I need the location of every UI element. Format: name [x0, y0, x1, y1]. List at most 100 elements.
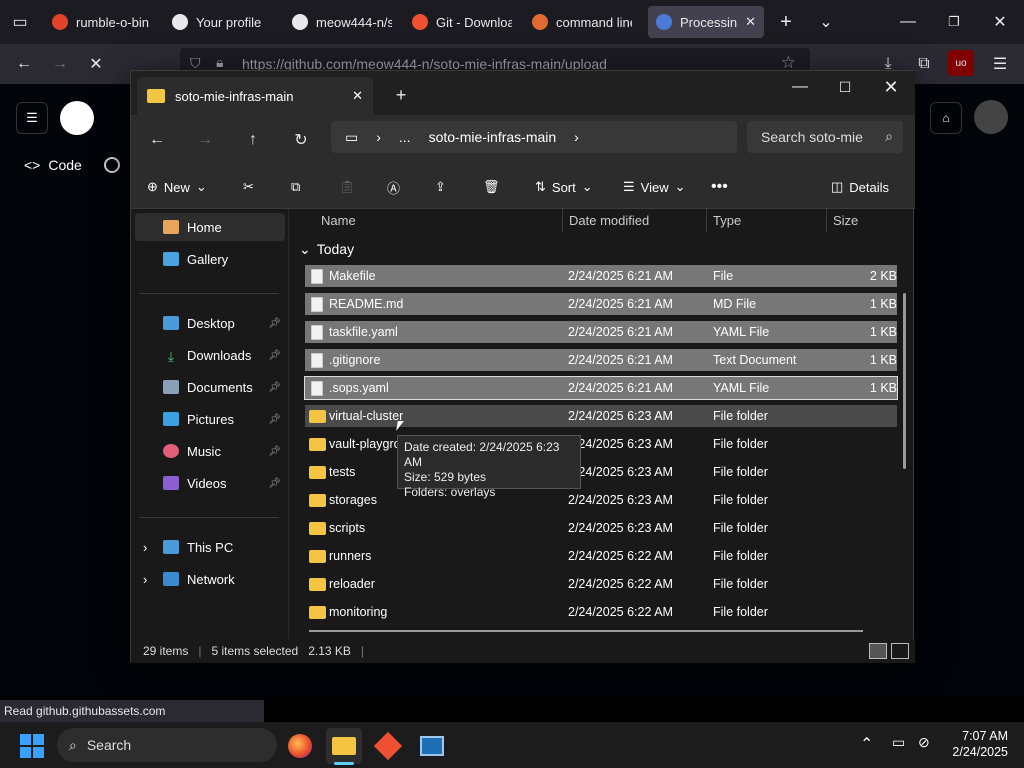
nav-item-gallery[interactable]: Gallery: [135, 245, 285, 273]
browser-tab[interactable]: command line: [524, 6, 640, 38]
column-divider[interactable]: [826, 209, 827, 233]
file-row[interactable]: tests 2/24/2025 6:23 AM File folder: [305, 461, 897, 483]
forward-icon[interactable]: →: [46, 50, 74, 78]
explorer-close-button[interactable]: ✕: [877, 73, 905, 101]
minimize-button[interactable]: —: [894, 8, 922, 36]
expand-icon[interactable]: ›: [143, 540, 147, 555]
stop-icon[interactable]: ✕: [82, 50, 110, 78]
column-divider[interactable]: [562, 209, 563, 233]
file-row[interactable]: Makefile 2/24/2025 6:21 AM File 2 KB: [305, 265, 897, 287]
menu-icon[interactable]: ☰: [986, 50, 1014, 78]
nav-item-home[interactable]: Home: [135, 213, 285, 241]
github-logo-icon[interactable]: [60, 101, 94, 135]
cut-button[interactable]: ✂: [243, 173, 254, 201]
column-header-size[interactable]: Size: [833, 213, 858, 228]
file-row[interactable]: .sops.yaml 2/24/2025 6:21 AM YAML File 1 KB: [304, 376, 898, 400]
search-input[interactable]: Search soto-mie ⌕: [747, 121, 903, 153]
column-header-date[interactable]: Date modified: [569, 213, 649, 228]
volume-muted-icon[interactable]: ⊘: [918, 734, 930, 751]
delete-button[interactable]: 🗑︎: [483, 173, 500, 201]
file-row[interactable]: vault-playgro 2/24/2025 6:23 AM File folde…: [305, 433, 897, 455]
restore-button[interactable]: ❐: [940, 8, 968, 36]
new-button[interactable]: ⊕ New ⌄: [147, 173, 207, 201]
nav-item-documents[interactable]: Documents 📌︎: [135, 373, 285, 401]
file-row[interactable]: README.md 2/24/2025 6:21 AM MD File 1 KB: [305, 293, 897, 315]
details-button[interactable]: ◫ Details: [831, 173, 889, 201]
file-row[interactable]: virtual-cluster 2/24/2025 6:23 AM File fol…: [305, 405, 897, 427]
browser-tab-label: Git - Downloa: [436, 14, 512, 30]
github-menu-icon[interactable]: ☰: [16, 102, 48, 134]
issues-icon[interactable]: [104, 157, 120, 173]
chevron-right-icon[interactable]: ›: [574, 129, 579, 145]
file-row[interactable]: .gitignore 2/24/2025 6:21 AM Text Document…: [305, 349, 897, 371]
nav-item-this-pc[interactable]: › This PC: [135, 533, 285, 561]
file-row[interactable]: reloader 2/24/2025 6:22 AM File folder: [305, 573, 897, 595]
ublock-icon[interactable]: uo: [948, 50, 974, 76]
column-header-type[interactable]: Type: [713, 213, 741, 228]
nav-item-downloads[interactable]: ⤓ Downloads 📌︎: [135, 341, 285, 369]
tab-list-icon[interactable]: ▭: [6, 8, 34, 36]
nav-item-pictures[interactable]: Pictures 📌︎: [135, 405, 285, 433]
column-divider[interactable]: [706, 209, 707, 233]
file-row[interactable]: storages 2/24/2025 6:23 AM File folder: [305, 489, 897, 511]
tiles-view-icon[interactable]: [891, 643, 909, 659]
back-icon[interactable]: ←: [10, 50, 38, 78]
nav-item-network[interactable]: › Network: [135, 565, 285, 593]
refresh-icon[interactable]: ↻: [287, 126, 315, 154]
browser-tab[interactable]: Git - Downloa: [404, 6, 520, 38]
browser-tab[interactable]: meow444-n/sc: [284, 6, 400, 38]
horizontal-scrollbar[interactable]: [309, 630, 863, 632]
new-tab-button[interactable]: +: [772, 8, 800, 36]
rename-button[interactable]: Ⓐ: [387, 173, 400, 201]
more-options-icon[interactable]: •••: [711, 173, 728, 201]
copy-button[interactable]: ⧉: [291, 173, 300, 201]
avatar[interactable]: [974, 100, 1008, 134]
terminal-icon[interactable]: [414, 728, 450, 764]
view-button[interactable]: ☰ View ⌄: [623, 173, 686, 201]
group-header[interactable]: ⌄ Today: [299, 241, 354, 258]
pin-icon: 📌︎: [268, 349, 281, 361]
computer-icon[interactable]: ▭: [345, 129, 358, 146]
back-icon[interactable]: ←: [143, 126, 171, 154]
nav-item-music[interactable]: Music 📌︎: [135, 437, 285, 465]
start-button[interactable]: [20, 734, 44, 758]
new-tab-button[interactable]: +: [387, 81, 415, 109]
forward-icon[interactable]: →: [191, 126, 219, 154]
breadcrumb-ellipsis[interactable]: ...: [399, 129, 411, 145]
close-tab-icon[interactable]: ✕: [745, 14, 756, 30]
column-header-name[interactable]: Name: [321, 213, 356, 228]
firefox-icon[interactable]: [282, 728, 318, 764]
sort-button[interactable]: ⇅ Sort ⌄: [535, 173, 593, 201]
browser-tab[interactable]: Your profile: [164, 6, 280, 38]
git-gui-icon[interactable]: [370, 728, 406, 764]
close-button[interactable]: ✕: [986, 8, 1014, 36]
network-status-icon[interactable]: ▭: [892, 734, 905, 751]
file-row[interactable]: taskfile.yaml 2/24/2025 6:21 AM YAML File 1…: [305, 321, 897, 343]
chevron-up-icon[interactable]: ⌃: [860, 734, 873, 754]
details-view-icon[interactable]: [869, 643, 887, 659]
browser-tab[interactable]: rumble-o-bin: [44, 6, 160, 38]
up-icon[interactable]: ↑: [239, 126, 267, 154]
browser-tab[interactable]: Processing ✕: [648, 6, 764, 38]
paste-button[interactable]: 📋︎: [339, 173, 356, 201]
share-button[interactable]: ⇪: [435, 173, 446, 201]
file-row[interactable]: runners 2/24/2025 6:22 AM File folder: [305, 545, 897, 567]
taskbar-search[interactable]: ⌕ Search: [57, 728, 277, 762]
breadcrumb[interactable]: ▭ › ... soto-mie-infras-main ›: [331, 121, 737, 153]
nav-item-desktop[interactable]: Desktop 📌︎: [135, 309, 285, 337]
explorer-maximize-button[interactable]: ☐: [831, 73, 859, 101]
file-row[interactable]: monitoring 2/24/2025 6:22 AM File folder: [305, 601, 897, 623]
explorer-minimize-button[interactable]: —: [786, 73, 814, 101]
breadcrumb-current[interactable]: soto-mie-infras-main: [429, 129, 557, 145]
clock[interactable]: 7:07 AM 2/24/2025: [946, 728, 1008, 760]
file-explorer-taskbar-icon[interactable]: [326, 728, 362, 764]
chevron-down-icon[interactable]: ⌄: [812, 8, 840, 36]
nav-item-videos[interactable]: Videos 📌︎: [135, 469, 285, 497]
expand-icon[interactable]: ›: [143, 572, 147, 587]
tab-code[interactable]: <> Code: [24, 157, 82, 173]
inbox-icon[interactable]: ⌂: [930, 102, 962, 134]
explorer-tab[interactable]: soto-mie-infras-main ✕: [137, 77, 373, 115]
close-tab-icon[interactable]: ✕: [352, 88, 363, 104]
file-row[interactable]: scripts 2/24/2025 6:23 AM File folder: [305, 517, 897, 539]
vertical-scrollbar[interactable]: [903, 293, 906, 469]
